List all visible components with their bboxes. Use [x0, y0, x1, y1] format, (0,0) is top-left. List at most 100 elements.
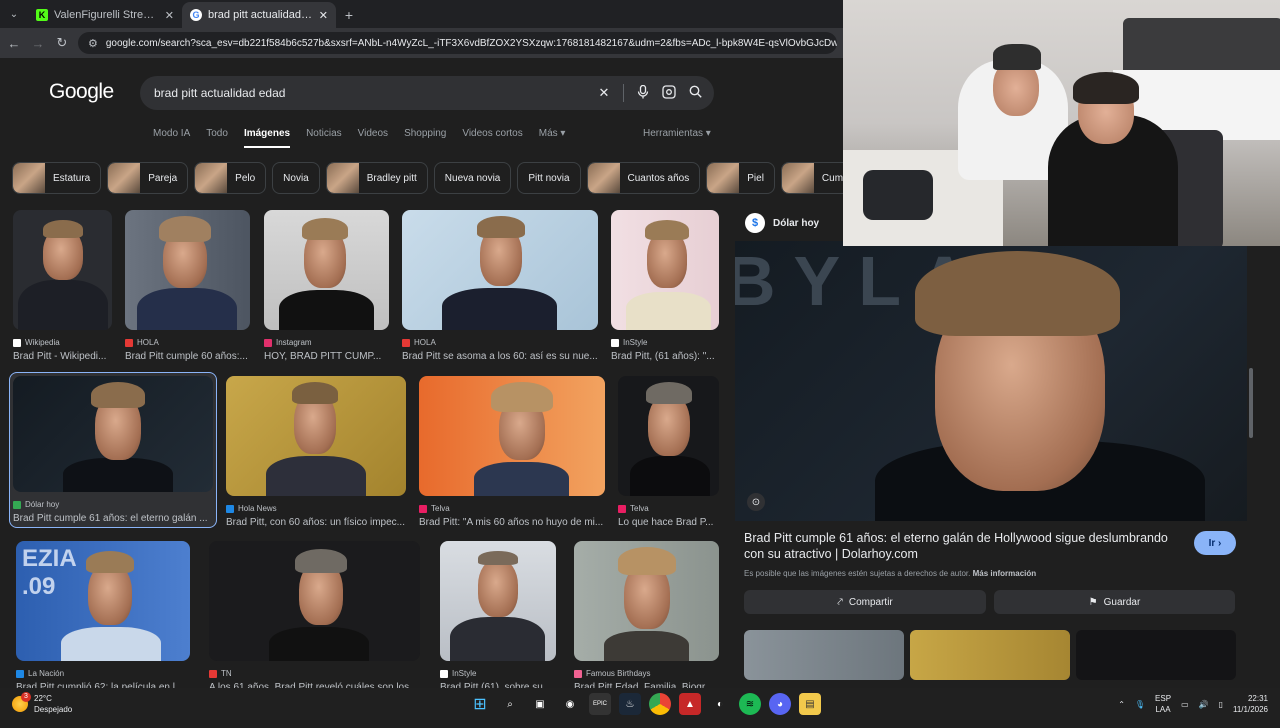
tab-imagenes[interactable]: Imágenes [243, 128, 291, 148]
go-button[interactable]: Ir › [1194, 531, 1236, 555]
clear-icon[interactable]: ✕ [591, 85, 617, 101]
tab-modo-ia[interactable]: Modo IA [153, 128, 190, 148]
lens-icon[interactable]: ⊙ [747, 493, 765, 511]
microphone-icon[interactable] [630, 84, 656, 102]
tools-button[interactable]: Herramientas ▾ [643, 128, 711, 139]
result-card[interactable]: TN A los 61 años, Brad Pitt reveló cuále… [209, 541, 420, 693]
tab-mas[interactable]: Más ▾ [539, 128, 566, 148]
weather-widget[interactable]: 3 22°C Despejado [0, 692, 72, 715]
chip-pareja[interactable]: Pareja [107, 162, 189, 194]
battery-icon[interactable]: ▯ [1219, 700, 1223, 709]
search-icon[interactable]: ⌕ [499, 693, 521, 715]
back-icon[interactable]: ← [6, 36, 22, 51]
panel-scrollbar[interactable] [1248, 298, 1254, 728]
result-image[interactable] [13, 376, 213, 492]
chip-cuantos-años[interactable]: Cuantos años [586, 162, 701, 194]
chip-estatura[interactable]: Estatura [12, 162, 102, 194]
search-icon[interactable] [682, 85, 708, 101]
result-caption[interactable]: Brad Pitt, con 60 años: un físico impec.… [226, 517, 406, 528]
steam-icon[interactable]: ♨ [619, 693, 641, 715]
result-caption[interactable]: Lo que hace Brad P... [618, 517, 719, 528]
result-card[interactable]: Hola News Brad Pitt, con 60 años: un fís… [226, 376, 406, 528]
result-card[interactable]: InStyle Brad Pitt (61), sobre su ... [440, 541, 556, 693]
result-caption[interactable]: Brad Pitt - Wikipedi... [13, 351, 112, 362]
language-indicator[interactable]: ESP LAA [1155, 693, 1171, 715]
result-image[interactable] [13, 210, 112, 330]
related-thumb[interactable] [1076, 630, 1236, 680]
close-icon[interactable]: ✕ [319, 9, 328, 22]
chip-pelo[interactable]: Pelo [194, 162, 267, 194]
result-card-selected[interactable]: Dólar hoy Brad Pitt cumple 61 años: el e… [9, 372, 217, 528]
result-image[interactable] [440, 541, 556, 661]
result-card[interactable]: Telva Brad Pitt: "A mis 60 años no huyo … [419, 376, 605, 528]
search-box[interactable]: brad pitt actualidad edad ✕ [140, 76, 714, 110]
result-image[interactable] [574, 541, 719, 661]
result-card[interactable]: Instagram HOY, BRAD PITT CUMP... [264, 210, 389, 362]
preview-image[interactable]: BYLAN ⊙ [735, 241, 1247, 521]
result-card[interactable]: Wikipedia Brad Pitt - Wikipedi... [13, 210, 112, 362]
tab-videos-cortos[interactable]: Videos cortos [462, 128, 522, 148]
site-info-icon[interactable]: ⚙ [88, 37, 98, 50]
reload-icon[interactable]: ↻ [54, 35, 70, 51]
chevron-up-icon[interactable]: ⌃ [1118, 700, 1125, 709]
more-info-link[interactable]: Más información [973, 569, 1037, 578]
app-red-icon[interactable]: ▲ [679, 693, 701, 715]
result-image[interactable] [125, 210, 250, 330]
chip-piel[interactable]: Piel [706, 162, 775, 194]
result-card[interactable]: EZIA.09 La Nación Brad Pitt cumplió 62: … [16, 541, 190, 693]
volume-icon[interactable]: 🔊 [1199, 700, 1209, 709]
tab-kick-stream[interactable]: K ValenFigurelli Stream - Watch L ✕ [28, 2, 182, 28]
vpn-icon[interactable]: ◉ [559, 693, 581, 715]
tab-todo[interactable]: Todo [206, 128, 228, 148]
chip-novia[interactable]: Novia [272, 162, 320, 194]
result-caption[interactable]: Brad Pitt: "A mis 60 años no huyo de mi.… [419, 517, 605, 528]
result-card[interactable]: InStyle Brad Pitt, (61 años): "... [611, 210, 719, 362]
result-image[interactable] [226, 376, 406, 496]
result-caption[interactable]: HOY, BRAD PITT CUMP... [264, 351, 389, 362]
result-image[interactable] [611, 210, 719, 330]
preview-title[interactable]: Brad Pitt cumple 61 años: el eterno galá… [744, 530, 1184, 562]
result-caption[interactable]: Brad Pitt se asoma a los 60: así es su n… [402, 351, 598, 362]
clock[interactable]: 22:31 11/1/2026 [1233, 693, 1268, 715]
tab-shopping[interactable]: Shopping [404, 128, 446, 148]
close-icon[interactable]: ✕ [165, 9, 174, 22]
network-icon[interactable]: ▭ [1181, 700, 1189, 709]
result-card[interactable]: Famous Birthdays Brad Pitt Edad, Familia… [574, 541, 719, 693]
result-image[interactable] [402, 210, 598, 330]
notepad-icon[interactable]: ▤ [799, 693, 821, 715]
forward-icon[interactable]: → [30, 36, 46, 51]
share-button[interactable]: ⤤ Compartir [744, 590, 986, 614]
epic-games-icon[interactable]: EPIC [589, 693, 611, 715]
chip-pitt-novia[interactable]: Pitt novia [517, 162, 581, 194]
tab-search-icon[interactable]: ⌄ [0, 0, 28, 28]
chip-cumple-años[interactable]: Cumple años [780, 162, 844, 194]
new-tab-button[interactable]: + [336, 2, 362, 28]
task-view-icon[interactable]: ▣ [529, 693, 551, 715]
chrome-icon[interactable] [649, 693, 671, 715]
search-input[interactable]: brad pitt actualidad edad [154, 86, 591, 100]
related-thumb[interactable] [744, 630, 904, 680]
start-icon[interactable]: ⊞ [469, 693, 491, 715]
result-image[interactable] [618, 376, 719, 496]
result-image[interactable] [264, 210, 389, 330]
tab-noticias[interactable]: Noticias [306, 128, 342, 148]
spotify-icon[interactable]: ≋ [739, 693, 761, 715]
result-caption[interactable]: Brad Pitt cumple 60 años:... [125, 351, 250, 362]
result-card[interactable]: Telva Lo que hace Brad P... [618, 376, 719, 528]
github-icon[interactable]: ◐ [709, 693, 731, 715]
url-field[interactable]: ⚙ google.com/search?sca_esv=db221f584b6c… [78, 32, 837, 54]
chip-bradley-pitt[interactable]: Bradley pitt [325, 162, 428, 194]
chip-nueva-novia[interactable]: Nueva novia [433, 162, 512, 194]
result-image[interactable] [209, 541, 420, 661]
result-card[interactable]: HOLA Brad Pitt cumple 60 años:... [125, 210, 250, 362]
save-button[interactable]: ⚑ Guardar [994, 590, 1235, 614]
lens-icon[interactable] [656, 84, 682, 102]
related-thumb[interactable] [910, 630, 1070, 680]
result-caption[interactable]: Brad Pitt cumple 61 años: el eterno galá… [13, 513, 213, 524]
discord-icon[interactable]: ◕ [769, 693, 791, 715]
tab-google-search[interactable]: G brad pitt actualidad edad - Busc ✕ [182, 2, 336, 28]
tab-videos[interactable]: Videos [358, 128, 388, 148]
result-image[interactable] [419, 376, 605, 496]
result-caption[interactable]: Brad Pitt, (61 años): "... [611, 351, 719, 362]
result-image[interactable]: EZIA .09 [16, 541, 190, 661]
